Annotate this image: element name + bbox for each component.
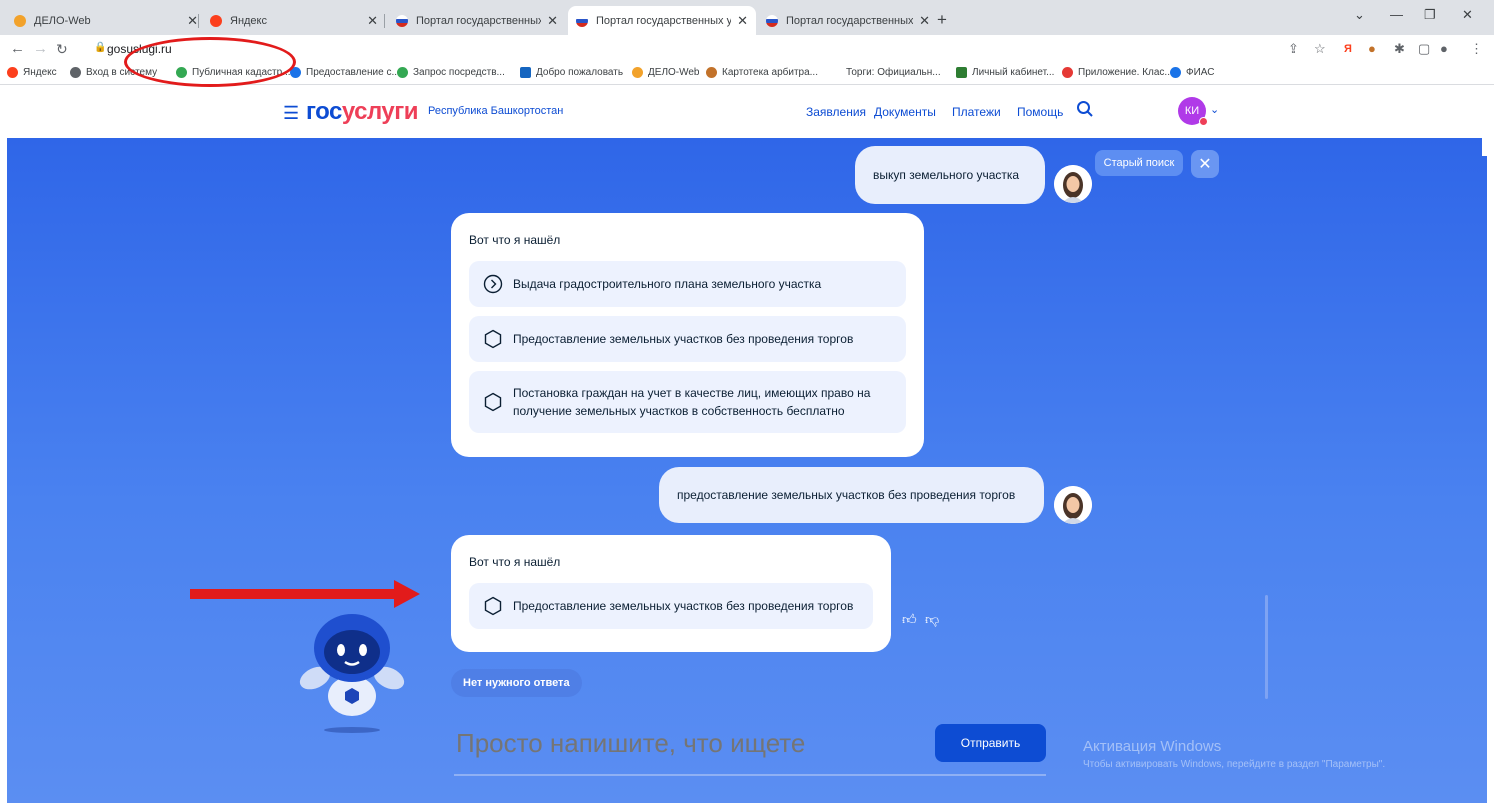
browser-tab[interactable]: Яндекс ✕ [202,6,386,35]
close-window-icon[interactable]: ✕ [1462,7,1473,23]
delo-favicon-icon [14,14,26,27]
hexagon-icon [484,392,502,412]
chevron-circle-icon [483,274,503,294]
user-avatar-icon [1054,486,1092,524]
menu-kebab-icon[interactable]: ⋮ [1470,41,1483,57]
map-icon [397,67,408,78]
new-tab-icon[interactable]: + [937,10,947,30]
browser-tab[interactable]: ДЕЛО-Web ✕ [6,6,206,35]
close-icon[interactable]: ✕ [1191,150,1219,178]
robot-mascot-icon [299,614,405,733]
tax-icon [956,67,967,78]
bookmark-item[interactable]: Торги: Официальн... [846,67,941,78]
yandex-extension-icon[interactable]: Я [1344,43,1352,55]
bookmark-item[interactable]: Картотека арбитра... [706,67,818,78]
hexagon-icon [484,596,502,616]
tab-search-icon[interactable]: ⌄ [1354,7,1365,23]
lock-icon: 🔒 [94,42,107,53]
forward-icon[interactable]: → [33,40,48,57]
profile-icon[interactable]: ● [1440,41,1448,56]
search-icon[interactable] [1076,100,1094,118]
user-message: предоставление земельных участков без пр… [659,467,1044,523]
annotation-arrow-icon [190,580,420,608]
back-icon[interactable]: ← [10,40,25,57]
puzzle-icon[interactable]: ✱ [1394,41,1405,57]
bot-message-card: Вот что я нашёл Предоставление земельных… [451,535,891,652]
close-tab-icon[interactable]: ✕ [547,13,558,29]
chat-area: Старый поиск ✕ выкуп земельного участка … [7,138,1487,803]
bookmark-star-icon[interactable]: ☆ [1314,41,1326,57]
hexagon-icon [484,329,502,349]
browser-tab-active[interactable]: Портал государственных услуг ✕ [568,6,756,35]
result-option[interactable]: Постановка граждан на учет в качестве ли… [469,371,906,433]
restore-icon[interactable]: ❐ [1424,7,1436,23]
send-button[interactable]: Отправить [935,724,1046,762]
nav-payments[interactable]: Платежи [952,105,1001,119]
bookmark-item[interactable]: Личный кабинет... [956,67,1054,78]
yandex-icon [7,67,18,78]
user-avatar-icon [1054,165,1092,203]
chat-input[interactable] [454,728,914,759]
extension-icon[interactable]: ● [1368,41,1376,56]
nav-documents[interactable]: Документы [874,105,936,119]
bot-message-card: Вот что я нашёл Выдача градостроительног… [451,213,924,457]
windows-activation-watermark: Активация Windows Чтобы активировать Win… [1083,738,1386,770]
region-selector[interactable]: Республика Башкортостан [428,105,563,117]
input-underline [454,774,1046,776]
bookmark-item[interactable]: Яндекс [7,67,57,78]
russia-flag-favicon-icon [396,14,408,27]
app-icon [1062,67,1073,78]
delo-icon [632,67,643,78]
menu-burger-icon[interactable]: ☰ [283,103,299,124]
chevron-down-icon[interactable]: ⌄ [1210,103,1219,116]
result-option[interactable]: Предоставление земельных участков без пр… [469,583,873,629]
bookmark-item[interactable]: ФИАС [1170,67,1214,78]
browser-tab[interactable]: Портал государственных услуг ✕ [388,6,566,35]
chat-scrollbar[interactable] [1265,595,1268,699]
page-scrollbar-thumb[interactable] [1482,138,1490,156]
close-tab-icon[interactable]: ✕ [187,13,198,29]
bookmark-item[interactable]: Запрос посредств... [397,67,505,78]
close-tab-icon[interactable]: ✕ [367,13,378,29]
user-message: выкуп земельного участка [855,146,1045,204]
share-icon[interactable]: ⇪ [1288,41,1299,57]
bookmark-item[interactable]: ДЕЛО-Web [632,67,700,78]
bookmark-item[interactable]: Приложение. Клас... [1062,67,1173,78]
nav-applications[interactable]: Заявления [806,105,866,119]
site-header: ☰ госуслуги Республика Башкортостан Заяв… [0,86,1494,138]
close-tab-icon[interactable]: ✕ [919,13,930,29]
globe-icon [70,67,81,78]
fias-icon [1170,67,1181,78]
thumbs-up-icon[interactable]: 👍︎ [902,611,917,628]
portal-icon [520,67,531,78]
nav-help[interactable]: Помощь [1017,105,1063,119]
notification-dot [1199,117,1208,126]
bookmark-item[interactable]: Добро пожаловать [520,67,623,78]
reload-icon[interactable]: ↻ [56,41,68,58]
result-option[interactable]: Предоставление земельных участков без пр… [469,316,906,362]
thumbs-down-icon[interactable]: 👎︎ [925,611,939,628]
gosuslugi-logo[interactable]: госуслуги [306,98,419,126]
sidepanel-icon[interactable]: ▢ [1418,41,1430,57]
arbitration-icon [706,67,717,78]
browser-tabstrip: ДЕЛО-Web ✕ Яндекс ✕ Портал государственн… [0,0,1494,35]
russia-flag-favicon-icon [576,14,588,27]
close-tab-icon[interactable]: ✕ [737,13,748,29]
russia-flag-favicon-icon [766,14,778,27]
no-answer-button[interactable]: Нет нужного ответа [451,669,582,697]
bookmark-item[interactable]: Предоставление с... [290,67,400,78]
minimize-icon[interactable]: — [1390,7,1403,22]
browser-tab[interactable]: Портал государственных услуг ✕ [758,6,938,35]
result-option[interactable]: Выдача градостроительного плана земельно… [469,261,906,307]
annotation-oval [124,37,296,87]
yandex-favicon-icon [210,14,222,27]
old-search-button[interactable]: Старый поиск [1095,150,1183,176]
